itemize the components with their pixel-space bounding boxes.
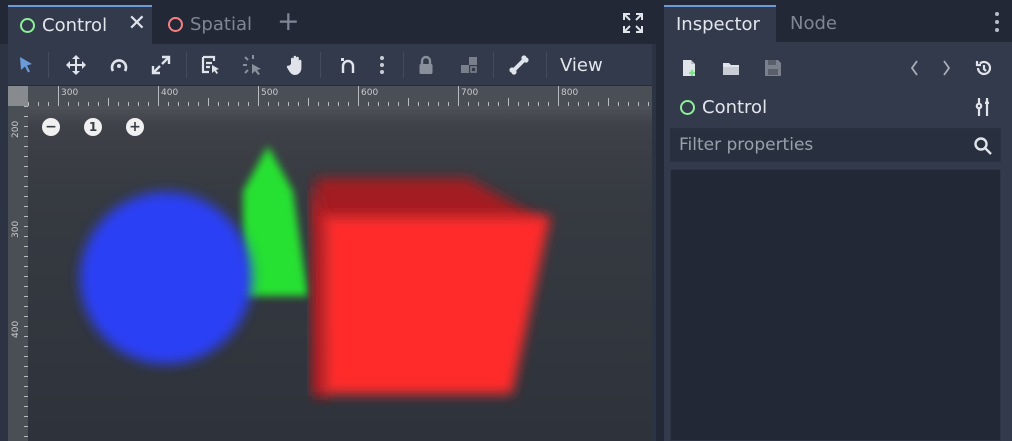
- green-cone-shape: [243, 146, 308, 296]
- save-resource-icon[interactable]: [762, 57, 784, 79]
- scene-editor: Control ✕ Spatial + View 300 400 500 600…: [0, 0, 656, 441]
- ruler-label: 700: [461, 88, 479, 98]
- dock-menu-icon[interactable]: [995, 12, 999, 32]
- tab-spatial-scene[interactable]: Spatial: [158, 5, 268, 44]
- ruler-label: 500: [261, 88, 279, 98]
- ruler-label: 300: [61, 88, 79, 98]
- move-icon[interactable]: [64, 53, 88, 77]
- dock-tab-bar: Inspector Node: [664, 0, 1012, 42]
- canvas-toolbar: View: [8, 44, 652, 86]
- history-forward-icon[interactable]: [935, 57, 957, 79]
- tab-inspector[interactable]: Inspector: [664, 5, 776, 42]
- horizontal-ruler: 300 400 500 600 700 800: [8, 86, 652, 106]
- filter-properties-input[interactable]: [671, 129, 961, 161]
- tab-node[interactable]: Node: [778, 5, 852, 42]
- more-icon[interactable]: [370, 53, 394, 77]
- zoom-reset-button[interactable]: 1: [84, 118, 102, 136]
- ruler-label: 400: [11, 320, 21, 338]
- history-back-icon[interactable]: [904, 57, 926, 79]
- view-menu[interactable]: View: [560, 55, 603, 76]
- lock-icon[interactable]: [414, 53, 438, 77]
- tab-label: Spatial: [190, 14, 252, 35]
- search-icon: [974, 137, 992, 155]
- inspector-dock: Inspector Node Control: [664, 0, 1012, 441]
- control-node-icon: [20, 18, 35, 33]
- vertical-ruler: 200 300 400: [8, 86, 28, 441]
- pivot-icon[interactable]: [241, 53, 265, 77]
- ruler-label: 600: [361, 88, 379, 98]
- group-icon[interactable]: [457, 53, 481, 77]
- red-cube-front-face: [324, 216, 550, 394]
- add-scene-icon[interactable]: +: [277, 8, 300, 35]
- snap-icon[interactable]: [336, 53, 360, 77]
- tab-label: Control: [42, 15, 108, 36]
- object-properties-icon[interactable]: [972, 96, 994, 118]
- tab-control-scene[interactable]: Control ✕: [8, 5, 152, 44]
- ruler-label: 800: [561, 88, 579, 98]
- select-icon[interactable]: [14, 53, 38, 77]
- new-resource-icon[interactable]: [678, 57, 700, 79]
- scale-icon[interactable]: [149, 53, 173, 77]
- pan-icon[interactable]: [284, 53, 308, 77]
- spatial-node-icon: [168, 17, 183, 32]
- rotate-icon[interactable]: [107, 53, 131, 77]
- control-node-icon: [680, 99, 695, 115]
- ruler-corner: [8, 86, 28, 106]
- blue-sphere-shape: [80, 192, 252, 364]
- 2d-viewport[interactable]: 300 400 500 600 700 800 200 300 400 − 1 +: [8, 86, 652, 441]
- filter-properties: [670, 128, 1001, 162]
- zoom-in-button[interactable]: +: [126, 118, 144, 136]
- scene-tab-bar: Control ✕ Spatial +: [0, 0, 656, 44]
- canvas-area[interactable]: [28, 106, 652, 441]
- scene-render: [80, 146, 550, 396]
- property-list[interactable]: [670, 169, 1001, 441]
- node-name: Control: [702, 96, 768, 118]
- list-select-icon[interactable]: [198, 53, 222, 77]
- ruler-label: 200: [11, 120, 21, 138]
- edited-node: Control: [680, 96, 767, 118]
- history-icon[interactable]: [973, 57, 995, 79]
- close-tab-icon[interactable]: ✕: [128, 13, 146, 35]
- zoom-out-button[interactable]: −: [42, 118, 60, 136]
- ruler-label: 400: [161, 88, 179, 98]
- open-resource-icon[interactable]: [720, 57, 742, 79]
- distraction-free-icon[interactable]: [622, 12, 644, 34]
- bone-icon[interactable]: [507, 53, 531, 77]
- ruler-label: 300: [11, 220, 21, 238]
